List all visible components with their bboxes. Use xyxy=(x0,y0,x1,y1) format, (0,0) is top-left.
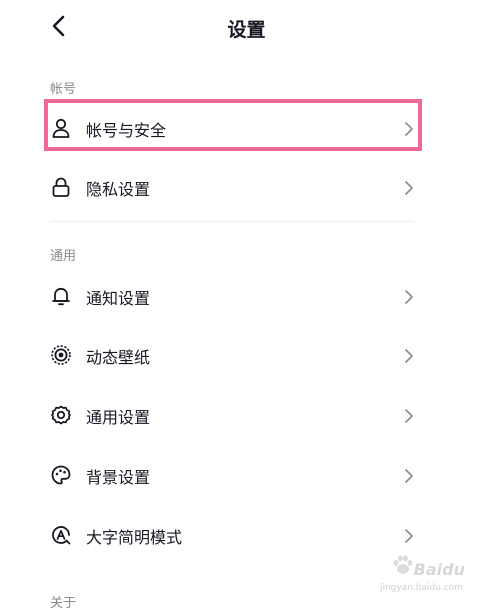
chevron-right-icon xyxy=(405,409,413,423)
gear-icon xyxy=(51,405,71,425)
section-label-account: 帐号 xyxy=(50,82,77,97)
section-label-general: 通用 xyxy=(50,249,77,264)
watermark-url: jingyan.baidu.com xyxy=(379,583,463,593)
chevron-right-icon xyxy=(405,469,413,483)
large-text-icon xyxy=(52,526,71,545)
live-wallpaper-icon xyxy=(51,345,71,365)
menu-item-label: 通知设置 xyxy=(86,289,151,308)
page-title: 设置 xyxy=(227,19,266,41)
menu-item-general-settings[interactable]: 通用设置 xyxy=(42,391,426,441)
menu-item-label: 背景设置 xyxy=(86,468,151,487)
menu-item-label: 动态壁纸 xyxy=(86,348,151,367)
bell-icon xyxy=(52,287,70,306)
header-bar: 设置 xyxy=(0,0,493,60)
menu-item-label: 通用设置 xyxy=(86,408,151,427)
menu-item-label: 大字简明模式 xyxy=(86,528,183,547)
highlight-box xyxy=(44,99,422,151)
palette-icon xyxy=(51,465,71,485)
menu-item-large-text-mode[interactable]: 大字简明模式 xyxy=(42,511,426,561)
menu-item-background[interactable]: 背景设置 xyxy=(42,451,426,501)
chevron-right-icon xyxy=(405,181,413,195)
section-label-about: 关于 xyxy=(50,596,77,611)
chevron-right-icon xyxy=(405,349,413,363)
chevron-right-icon xyxy=(405,290,413,304)
menu-item-notifications[interactable]: 通知设置 xyxy=(42,272,426,322)
section-divider xyxy=(50,221,414,222)
watermark-brand: Baidu xyxy=(413,560,465,579)
menu-item-privacy[interactable]: 隐私设置 xyxy=(42,163,426,213)
paw-logo-icon xyxy=(393,555,413,574)
menu-item-live-wallpaper[interactable]: 动态壁纸 xyxy=(42,331,426,381)
chevron-right-icon xyxy=(405,529,413,543)
lock-icon xyxy=(52,177,70,197)
menu-item-label: 隐私设置 xyxy=(86,180,151,199)
